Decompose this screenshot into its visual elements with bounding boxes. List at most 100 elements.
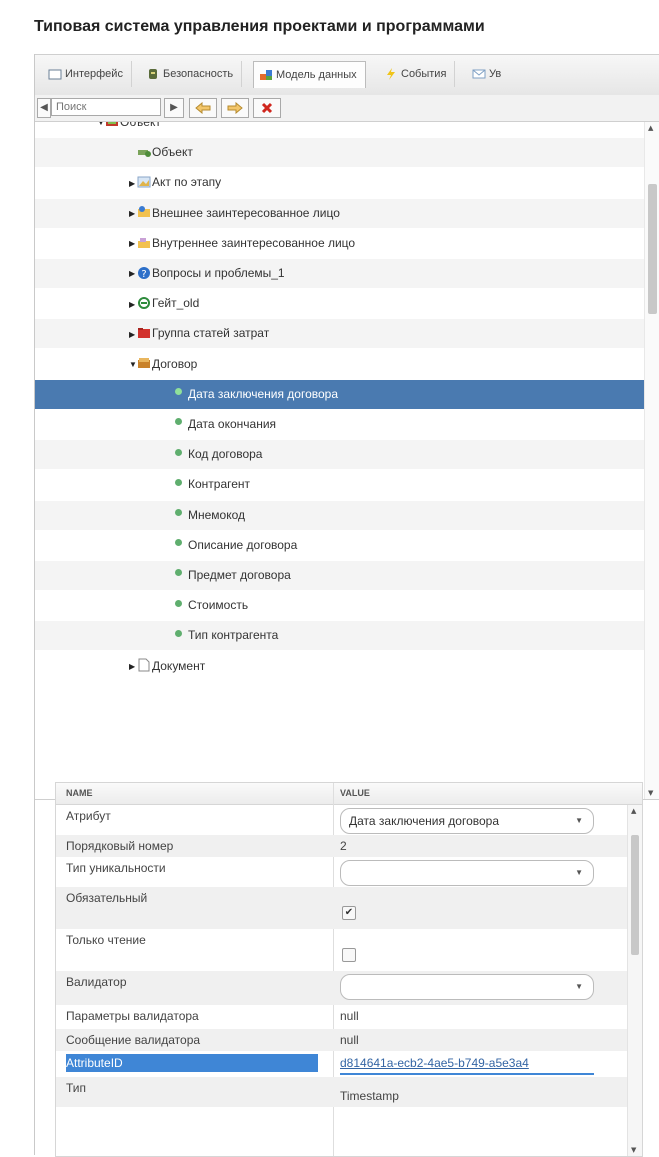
tree-node-label: Договор xyxy=(152,356,198,371)
property-checkbox[interactable] xyxy=(342,948,356,962)
expand-right-icon[interactable]: ▶ xyxy=(129,290,137,319)
chevron-down-icon[interactable]: ▼ xyxy=(575,861,583,885)
property-row: Атрибут Дата заключения договора ▼ xyxy=(56,805,628,835)
expand-down-icon[interactable]: ▼ xyxy=(97,122,105,137)
search-input[interactable] xyxy=(51,98,161,116)
attribute-dot-icon xyxy=(175,448,182,456)
property-value-link[interactable]: d814641a-ecb2-4ae5-b749-a5e3a4 xyxy=(340,1053,594,1075)
tree-attribute-item[interactable]: Предмет договора xyxy=(35,561,645,590)
tree-attribute-item[interactable]: Дата окончания xyxy=(35,410,645,439)
grid-scrollbar[interactable]: ▲ ▼ xyxy=(627,805,642,1156)
scroll-up-icon[interactable]: ▲ xyxy=(631,807,636,815)
value-column-header[interactable]: VALUE xyxy=(340,788,370,798)
tree-scrollbar[interactable]: ▲ ▼ xyxy=(644,122,659,799)
tree-node-label: Код договора xyxy=(188,447,263,462)
tree-node-label: Вопросы и проблемы_1 xyxy=(152,266,285,280)
scroll-up-icon[interactable]: ▲ xyxy=(648,124,653,132)
tree-node[interactable]: ▼ Объект xyxy=(35,122,645,137)
property-value[interactable]: null xyxy=(340,1033,359,1047)
tab-interface[interactable]: Интерфейс xyxy=(43,61,132,87)
tree-node[interactable]: ▼ Договор xyxy=(35,350,645,379)
tree-scrollbar-thumb[interactable] xyxy=(648,184,657,314)
tree-node-label: Гейт_old xyxy=(152,296,200,311)
tree-node-label: Акт по этапу xyxy=(152,175,222,190)
tab-label: Модель данных xyxy=(276,69,357,81)
property-checkbox[interactable]: ✔ xyxy=(342,906,356,920)
tree-attribute-item[interactable]: Мнемокод xyxy=(35,500,645,530)
expand-right-icon[interactable]: ▶ xyxy=(129,199,137,228)
close-icon xyxy=(261,102,273,114)
delete-button[interactable] xyxy=(253,98,281,118)
tree-node-label: Тип контрагента xyxy=(188,628,279,643)
chevron-down-icon[interactable]: ▼ xyxy=(575,809,583,833)
tree-attribute-item[interactable]: Дата заключения договора xyxy=(35,379,645,409)
property-row: Тип уникальности ▼ xyxy=(56,857,628,887)
tree-toolbar: ◀ ▶ xyxy=(35,95,659,122)
property-row: Валидатор ▼ xyxy=(56,971,628,1005)
property-value[interactable]: Timestamp xyxy=(340,1089,399,1103)
tree-attribute-item[interactable]: Контрагент xyxy=(35,470,645,499)
property-name[interactable]: AttributeID xyxy=(66,1054,318,1072)
gate-icon xyxy=(137,296,152,310)
property-value-combo[interactable]: ▼ xyxy=(340,860,594,886)
tab-label: Интерфейс xyxy=(65,68,123,80)
chevron-down-icon[interactable]: ▼ xyxy=(575,975,583,999)
svg-text:?: ? xyxy=(141,269,146,280)
tab-label: Ув xyxy=(489,68,502,80)
tab-notifications[interactable]: Ув xyxy=(467,61,509,87)
expand-right-icon[interactable]: ▶ xyxy=(129,320,137,349)
tree-node[interactable]: ▶ Гейт_old xyxy=(35,289,645,318)
back-button[interactable] xyxy=(189,98,217,118)
search-go-button[interactable]: ▶ xyxy=(164,98,184,118)
property-row: Только чтение xyxy=(56,929,628,971)
property-value-combo[interactable]: ▼ xyxy=(340,974,594,1000)
tree-node-label: Внешнее заинтересованное лицо xyxy=(152,205,340,220)
property-name: Сообщение валидатора xyxy=(66,1033,201,1047)
tree-attribute-item[interactable]: Тип контрагента xyxy=(35,621,645,651)
checkmark-icon: ✔ xyxy=(344,907,354,918)
tree-node-label: Группа статей затрат xyxy=(152,326,270,341)
scroll-down-icon[interactable]: ▼ xyxy=(648,789,653,797)
tab-data-model[interactable]: Модель данных xyxy=(253,61,366,88)
grid-scrollbar-thumb[interactable] xyxy=(631,835,639,955)
object-tree: ▼ Объект Объект ▶ Акт по этапу ▶ Внешнее заинт… xyxy=(35,122,645,799)
property-name: Параметры валидатора xyxy=(66,1009,199,1023)
scroll-left-button[interactable]: ◀ xyxy=(37,98,51,118)
expand-down-icon[interactable]: ▼ xyxy=(129,350,137,379)
expand-right-icon[interactable]: ▶ xyxy=(129,652,137,681)
property-value-combo[interactable]: Дата заключения договора ▼ xyxy=(340,808,594,834)
expand-right-icon[interactable]: ▶ xyxy=(129,169,137,198)
folder-red-icon xyxy=(137,326,152,340)
attribute-dot-icon xyxy=(175,629,182,637)
page-title: Типовая система управления проектами и п… xyxy=(34,18,485,35)
expand-right-icon[interactable]: ▶ xyxy=(129,229,137,258)
forward-button[interactable] xyxy=(221,98,249,118)
tab-label: Безопасность xyxy=(163,68,234,80)
tree-node[interactable]: Объект xyxy=(35,138,645,168)
tree-node[interactable]: ▶? Вопросы и проблемы_1 xyxy=(35,259,645,288)
tab-events[interactable]: События xyxy=(379,61,456,87)
tree-node[interactable]: ▶ Внутреннее заинтересованное лицо xyxy=(35,229,645,258)
external-person-icon xyxy=(137,206,152,220)
property-value[interactable]: null xyxy=(340,1009,359,1023)
name-column-header[interactable]: NAME xyxy=(66,788,93,798)
tree-node[interactable]: ▶ Акт по этапу xyxy=(35,168,645,197)
scroll-down-icon[interactable]: ▼ xyxy=(631,1146,636,1154)
tree-attribute-item[interactable]: Код договора xyxy=(35,440,645,470)
property-name: Атрибут xyxy=(66,809,111,823)
expand-right-icon[interactable]: ▶ xyxy=(129,259,137,288)
tree-attribute-item[interactable]: Описание договора xyxy=(35,531,645,560)
tree-attribute-item[interactable]: Стоимость xyxy=(35,591,645,620)
attribute-dot-icon xyxy=(175,539,182,547)
tree-node[interactable]: ▶ Внешнее заинтересованное лицо xyxy=(35,198,645,228)
tree-node[interactable]: ▶ Группа статей затрат xyxy=(35,319,645,349)
tab-security[interactable]: Безопасность xyxy=(141,61,243,87)
chevron-left-icon: ◀ xyxy=(40,102,48,113)
mail-icon xyxy=(472,69,486,79)
property-value[interactable]: 2 xyxy=(340,839,347,853)
shield-icon xyxy=(149,69,157,79)
tab-bar: Интерфейс Безопасность Модель данных Соб… xyxy=(35,54,659,96)
property-name: Порядковый номер xyxy=(66,839,174,853)
attribute-dot-icon xyxy=(175,599,182,607)
tree-node[interactable]: ▶ Документ xyxy=(35,652,645,681)
